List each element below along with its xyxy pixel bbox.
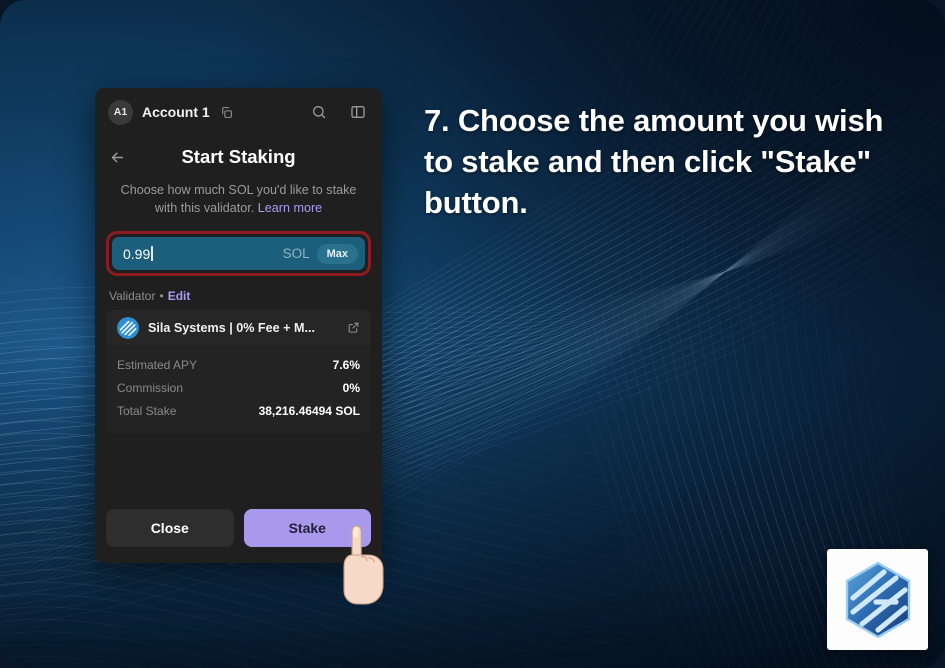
- max-button[interactable]: Max: [316, 243, 358, 264]
- currency-unit-label: SOL: [282, 246, 310, 261]
- validator-card: Sila Systems | 0% Fee + M... Estimated A…: [106, 310, 371, 433]
- stat-key: Estimated APY: [117, 357, 198, 372]
- amount-value: 0.99: [123, 245, 151, 262]
- text-caret: [151, 246, 153, 261]
- panel-header: A1 Account 1: [95, 88, 382, 136]
- edit-validator-link[interactable]: Edit: [168, 289, 191, 303]
- hexagon-brand-logo-icon: [845, 561, 910, 638]
- instruction-text: 7. Choose the amount you wish to stake a…: [424, 103, 884, 220]
- panel-title-row: Start Staking: [95, 136, 382, 178]
- external-link-icon[interactable]: [347, 321, 360, 334]
- panel-spacer: [95, 433, 382, 509]
- amount-input-row[interactable]: 0.99 SOL Max: [112, 237, 365, 270]
- validator-label: Validator: [109, 289, 156, 303]
- stat-row: Commission 0%: [117, 376, 360, 399]
- pointing-hand-cursor: [343, 525, 384, 605]
- back-arrow-icon[interactable]: [109, 149, 126, 166]
- learn-more-link[interactable]: Learn more: [258, 201, 322, 215]
- brand-logo-badge: [827, 549, 928, 650]
- stat-row: Estimated APY 7.6%: [117, 353, 360, 376]
- account-name[interactable]: Account 1: [142, 104, 210, 120]
- screenshot-root: 7. Choose the amount you wish to stake a…: [0, 0, 945, 668]
- amount-input-highlight: 0.99 SOL Max: [106, 231, 371, 276]
- page-title: Start Staking: [181, 146, 296, 167]
- validator-logo-icon: [117, 316, 139, 339]
- sidebar-toggle-icon[interactable]: [350, 104, 366, 120]
- wallet-panel: A1 Account 1 Start Staking Choose how mu…: [95, 88, 382, 563]
- validator-row[interactable]: Sila Systems | 0% Fee + M...: [106, 310, 371, 345]
- validator-stats: Estimated APY 7.6% Commission 0% Total S…: [106, 345, 371, 433]
- close-button[interactable]: Close: [106, 509, 234, 547]
- validator-name: Sila Systems | 0% Fee + M...: [148, 320, 315, 335]
- stat-row: Total Stake 38,216.46494 SOL: [117, 399, 360, 422]
- separator-dot: •: [159, 289, 164, 303]
- stat-value: 0%: [342, 380, 360, 395]
- stat-value: 7.6%: [332, 357, 360, 372]
- search-icon[interactable]: [311, 104, 327, 120]
- copy-icon[interactable]: [220, 106, 233, 119]
- stat-value: 38,216.46494 SOL: [258, 403, 360, 418]
- stat-key: Commission: [117, 380, 184, 395]
- amount-input[interactable]: 0.99: [123, 246, 276, 262]
- avatar[interactable]: A1: [108, 99, 133, 125]
- stat-key: Total Stake: [117, 403, 177, 418]
- panel-subtitle: Choose how much SOL you'd like to stake …: [95, 178, 382, 217]
- validator-label-row: Validator • Edit: [95, 276, 382, 310]
